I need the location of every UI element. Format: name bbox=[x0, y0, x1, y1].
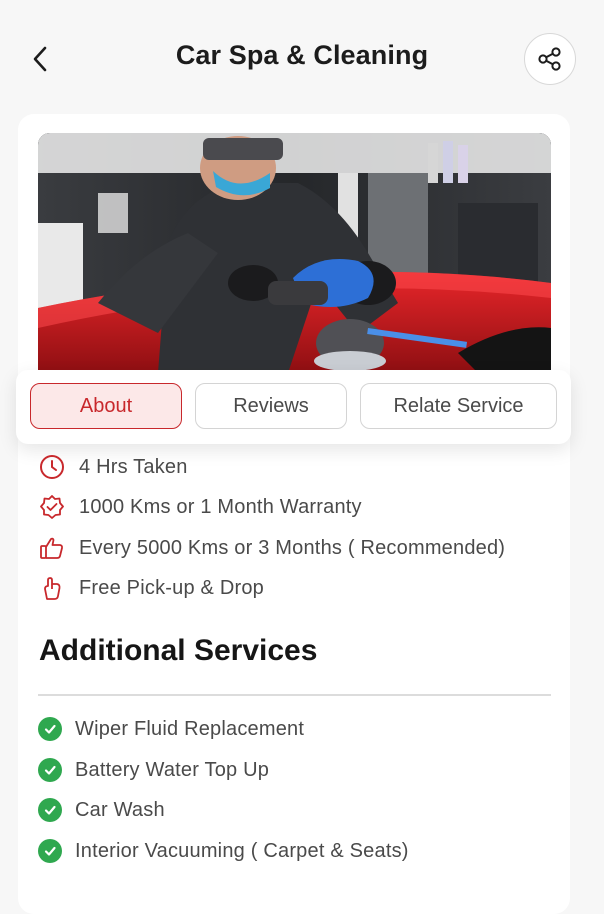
tab-bar: About Reviews Relate Service bbox=[16, 370, 571, 444]
thumbs-up-icon bbox=[38, 534, 66, 562]
additional-service-item: Battery Water Top Up bbox=[38, 750, 269, 790]
clock-icon bbox=[38, 453, 66, 481]
additional-service-item: Wiper Fluid Replacement bbox=[38, 709, 304, 749]
detail-warranty: 1000 Kms or 1 Month Warranty bbox=[38, 487, 362, 527]
share-button[interactable] bbox=[524, 33, 576, 85]
check-circle-icon bbox=[38, 717, 62, 741]
detail-text: Free Pick-up & Drop bbox=[79, 576, 264, 599]
additional-service-label: Wiper Fluid Replacement bbox=[75, 717, 305, 740]
additional-service-label: Interior Vacuuming ( Carpet & Seats) bbox=[75, 839, 409, 862]
detail-text: Every 5000 Kms or 3 Months ( Recommended… bbox=[79, 536, 506, 559]
detail-text: 4 Hrs Taken bbox=[79, 455, 188, 478]
tab-about[interactable]: About bbox=[30, 383, 182, 429]
additional-service-label: Battery Water Top Up bbox=[75, 758, 270, 781]
warranty-badge-icon bbox=[38, 493, 66, 521]
tab-relate-service[interactable]: Relate Service bbox=[360, 383, 557, 429]
page-title: Car Spa & Cleaning bbox=[175, 40, 429, 70]
detail-frequency: Every 5000 Kms or 3 Months ( Recommended… bbox=[38, 528, 505, 568]
check-circle-icon bbox=[38, 798, 62, 822]
top-bar: Car Spa & Cleaning bbox=[0, 0, 604, 118]
additional-service-item: Car Wash bbox=[38, 790, 165, 830]
check-circle-icon bbox=[38, 758, 62, 782]
additional-service-item: Interior Vacuuming ( Carpet & Seats) bbox=[38, 831, 409, 871]
detail-duration: 4 Hrs Taken bbox=[38, 447, 188, 487]
additional-services-title: Additional Services bbox=[39, 634, 318, 667]
car-polishing-illustration bbox=[38, 133, 551, 373]
detail-text: 1000 Kms or 1 Month Warranty bbox=[79, 495, 362, 518]
hand-pickup-icon bbox=[38, 574, 66, 602]
service-hero-image bbox=[38, 133, 551, 373]
tab-reviews[interactable]: Reviews bbox=[195, 383, 347, 429]
additional-service-label: Car Wash bbox=[75, 798, 165, 821]
section-divider bbox=[38, 694, 551, 696]
share-icon bbox=[538, 47, 561, 71]
detail-pickup: Free Pick-up & Drop bbox=[38, 568, 264, 608]
check-circle-icon bbox=[38, 839, 62, 863]
